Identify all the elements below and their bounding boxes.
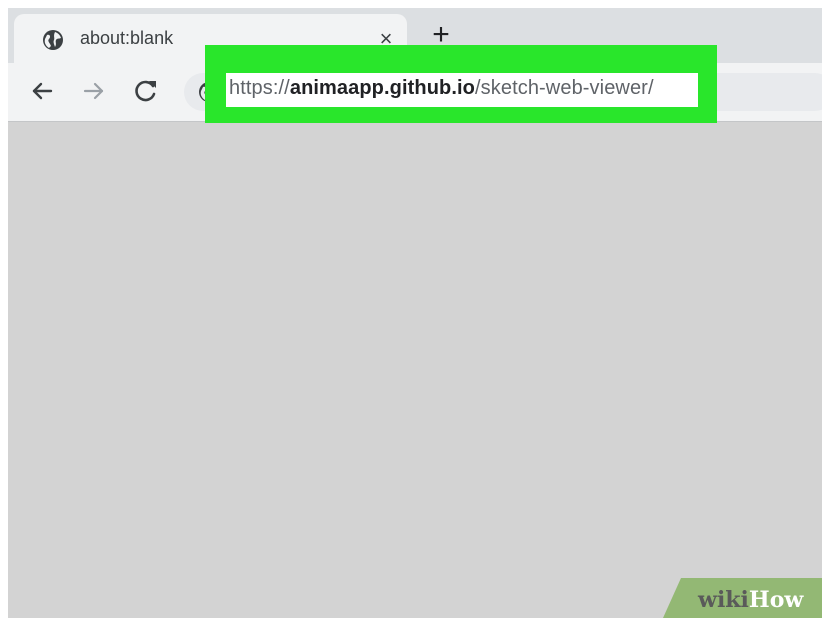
url-scheme: https:// — [229, 77, 290, 99]
watermark-wiki: wiki — [698, 587, 749, 613]
wikihow-watermark: wikiHow — [698, 587, 803, 613]
tab-title: about:blank — [80, 28, 174, 48]
address-bar-input[interactable]: https://animaapp.github.io/sketch-web-vi… — [226, 73, 698, 107]
url-host: animaapp.github.io — [289, 77, 475, 99]
back-button[interactable] — [26, 75, 58, 107]
watermark-how: How — [748, 587, 804, 613]
arrow-left-icon — [32, 82, 53, 100]
url-path: /sketch-web-viewer/ — [474, 77, 654, 99]
globe-icon — [43, 30, 63, 50]
page-content — [8, 122, 822, 618]
forward-button[interactable] — [78, 75, 110, 107]
reload-icon — [135, 80, 156, 102]
reload-button[interactable] — [130, 75, 162, 107]
arrow-right-icon — [83, 82, 104, 100]
url-text: https://animaapp.github.io/sketch-web-vi… — [229, 77, 654, 100]
